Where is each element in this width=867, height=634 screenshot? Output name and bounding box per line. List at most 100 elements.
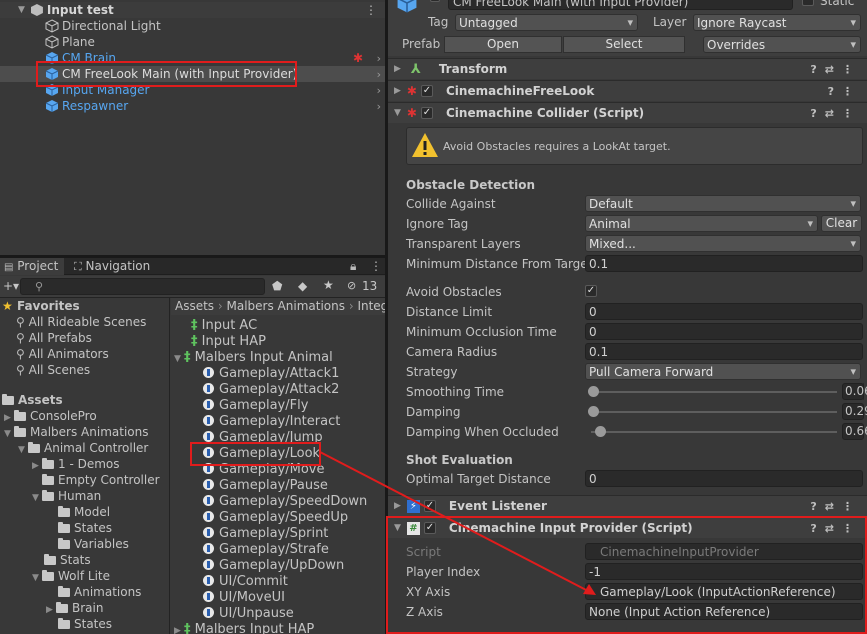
asset-item[interactable]: Gameplay/Attack2 (203, 382, 339, 398)
component-header-icons[interactable]: ?⇄⋮ (810, 63, 861, 76)
favorite-item[interactable]: ⚲ All Prefabs (16, 330, 92, 346)
component-enabled-checkbox[interactable]: ✓ (423, 522, 436, 534)
favorites-header[interactable]: ★ Favorites (2, 298, 80, 314)
asset-item[interactable]: Gameplay/Attack1 (203, 366, 339, 382)
hierarchy-item[interactable]: Plane (0, 34, 385, 50)
tab-project[interactable]: ▤ Project (0, 258, 64, 275)
xy-axis-object-field[interactable]: Gameplay/Look (InputActionReference) (585, 583, 863, 600)
component-event-listener[interactable]: ▶ ⚡ ✓ Event Listener ?⇄⋮ (388, 495, 867, 516)
layer-dropdown[interactable]: Ignore Raycast (693, 14, 861, 31)
ignore-tag-dropdown[interactable]: Animal (585, 215, 818, 232)
tree-folder[interactable]: ▼ Wolf Lite (32, 568, 110, 584)
camera-radius-input[interactable]: 0.1 (585, 343, 863, 360)
expand-triangle-icon[interactable]: ▶ (46, 602, 56, 618)
component-collider[interactable]: ▼ ✱ ✓ Cinemachine Collider (Script) ?⇄⋮ (388, 102, 867, 123)
favorite-item[interactable]: ⚲ All Animators (16, 346, 109, 362)
assets-header[interactable]: Assets (2, 392, 63, 408)
transparent-layers-dropdown[interactable]: Mixed... (585, 235, 861, 252)
more-menu-icon[interactable]: ⋮ (370, 259, 382, 273)
asset-item[interactable]: Gameplay/Move (203, 462, 324, 478)
asset-item[interactable]: Gameplay/UpDown (203, 558, 344, 574)
component-header-icons[interactable]: ?⋮ (828, 85, 861, 98)
expand-triangle-icon[interactable]: ▼ (174, 351, 184, 367)
smoothing-slider[interactable] (585, 383, 837, 400)
asset-item-highlighted[interactable]: Gameplay/Look (203, 446, 320, 462)
tree-folder[interactable]: ▼ Human (32, 488, 101, 504)
tree-folder[interactable]: Animations (58, 584, 141, 600)
tree-folder[interactable]: ▼ Malbers Animations (4, 424, 148, 440)
expand-triangle-icon[interactable]: ▶ (394, 86, 401, 96)
expand-triangle-icon[interactable]: ▶ (394, 64, 401, 74)
distance-limit-input[interactable]: 0 (585, 303, 863, 320)
breadcrumb-item[interactable]: Integ (357, 299, 385, 313)
component-header-icons[interactable]: ?⇄⋮ (810, 107, 861, 120)
hierarchy-item[interactable]: Input Manager › (0, 82, 385, 98)
asset-item[interactable]: Gameplay/Strafe (203, 542, 329, 558)
expand-triangle-icon[interactable]: ▶ (174, 623, 184, 634)
asset-item[interactable]: Gameplay/SpeedDown (203, 494, 367, 510)
asset-item[interactable]: Gameplay/Pause (203, 478, 328, 494)
prefab-open-button[interactable]: Open (444, 36, 562, 53)
component-header-icons[interactable]: ?⇄⋮ (810, 500, 861, 513)
asset-item[interactable]: UI/Commit (203, 574, 288, 590)
expand-triangle-icon[interactable]: ▼ (18, 442, 28, 458)
asset-item[interactable]: ▼ ‡ Malbers Input Animal (174, 350, 333, 366)
asset-item[interactable]: ▶ ‡ Malbers Input HAP (174, 622, 314, 634)
component-enabled-checkbox[interactable]: ✓ (420, 107, 433, 119)
component-enabled-checkbox[interactable]: ✓ (423, 500, 436, 512)
hierarchy-item-selected[interactable]: CM FreeLook Main (with Input Provider) › (0, 66, 385, 82)
search-input[interactable]: ⚲ (20, 278, 265, 295)
chevron-right-icon[interactable]: › (377, 100, 381, 113)
component-freelook[interactable]: ▶ ✱ ✓ CinemachineFreeLook ?⋮ (388, 80, 867, 101)
asset-item[interactable]: Gameplay/Jump (203, 430, 323, 446)
asset-item[interactable]: UI/Unpause (203, 606, 294, 622)
add-menu-button[interactable]: +▾ (3, 279, 19, 293)
tree-folder[interactable]: Variables (58, 536, 129, 552)
strategy-dropdown[interactable]: Pull Camera Forward (585, 363, 861, 380)
hierarchy-item[interactable]: Respawner › (0, 98, 385, 114)
expand-triangle-icon[interactable]: ▼ (394, 108, 401, 118)
prefab-select-button[interactable]: Select (563, 36, 685, 53)
expand-triangle-icon[interactable]: ▼ (394, 523, 401, 533)
filter-type-icon[interactable]: ⬟ (272, 279, 282, 293)
min-occlusion-input[interactable]: 0 (585, 323, 863, 340)
asset-item[interactable]: UI/MoveUI (203, 590, 285, 606)
optimal-distance-input[interactable]: 0 (585, 470, 863, 487)
asset-item[interactable]: Gameplay/Fly (203, 398, 308, 414)
asset-item[interactable]: Gameplay/SpeedUp (203, 510, 348, 526)
tree-folder[interactable]: States (58, 520, 112, 536)
tag-dropdown[interactable]: Untagged (455, 14, 638, 31)
component-enabled-checkbox[interactable]: ✓ (420, 85, 433, 97)
tree-folder[interactable]: Model (58, 504, 110, 520)
expand-triangle-icon[interactable]: ▼ (4, 426, 14, 442)
damping-slider[interactable] (585, 403, 837, 420)
collide-against-dropdown[interactable]: Default (585, 195, 861, 212)
component-header-icons[interactable]: ?⇄⋮ (810, 522, 861, 535)
lock-icon[interactable]: 🔒︎ (350, 259, 356, 274)
component-input-provider[interactable]: ▼ # ✓ Cinemachine Input Provider (Script… (388, 517, 867, 538)
hierarchy-item[interactable]: CM Brain ✱ › (0, 50, 385, 66)
hidden-packages-icon[interactable]: ⊘ (347, 279, 356, 292)
tree-folder[interactable]: Empty Controller (42, 472, 160, 488)
more-menu-icon[interactable]: ⋮ (365, 3, 377, 17)
avoid-obstacles-checkbox[interactable]: ✓ (585, 285, 597, 297)
asset-item[interactable]: Gameplay/Sprint (203, 526, 328, 542)
filter-label-icon[interactable]: ◆ (298, 279, 307, 293)
expand-triangle-icon[interactable]: ▶ (32, 458, 42, 474)
min-distance-input[interactable]: 0.1 (585, 255, 863, 272)
prefab-overrides-dropdown[interactable]: Overrides (703, 36, 861, 53)
player-index-input[interactable]: -1 (585, 563, 863, 580)
tree-folder[interactable]: ▶ 1 - Demos (32, 456, 120, 472)
favorite-item[interactable]: ⚲ All Scenes (16, 362, 90, 378)
tree-folder[interactable]: ▶ ConsolePro (4, 408, 97, 424)
chevron-right-icon[interactable]: › (377, 84, 381, 97)
asset-item[interactable]: Gameplay/Interact (203, 414, 340, 430)
tree-folder[interactable]: States (58, 616, 112, 632)
scene-row[interactable]: ▼ Input test ⋮ (0, 2, 385, 18)
expand-triangle-icon[interactable]: ▼ (18, 5, 25, 15)
favorite-item[interactable]: ⚲ All Rideable Scenes (16, 314, 146, 330)
tree-folder[interactable]: ▶ Brain (46, 600, 103, 616)
component-transform[interactable]: ▶ ⅄ Transform ?⇄⋮ (388, 58, 867, 79)
tab-navigation[interactable]: ⛶ Navigation (70, 258, 160, 275)
chevron-right-icon[interactable]: › (377, 52, 381, 65)
